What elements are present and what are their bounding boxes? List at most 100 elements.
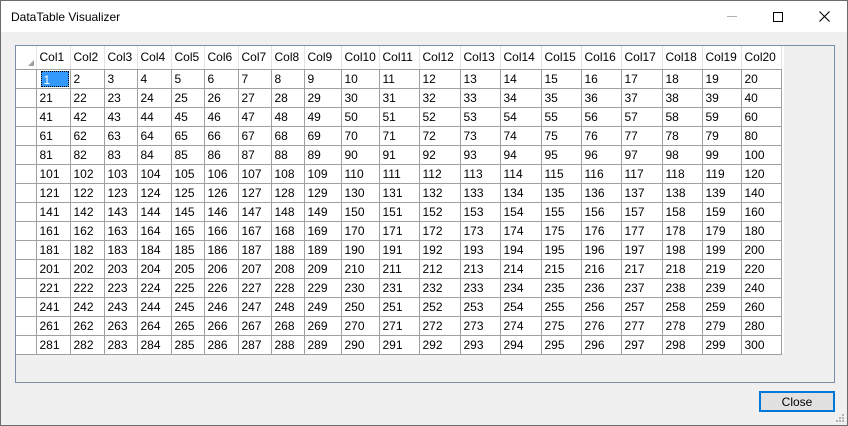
grid-cell[interactable]: 230 xyxy=(341,278,380,298)
grid-cell[interactable]: 267 xyxy=(238,316,272,336)
grid-cell[interactable]: 117 xyxy=(621,164,663,184)
grid-cell[interactable]: 247 xyxy=(238,297,272,317)
grid-cell[interactable]: 235 xyxy=(541,278,582,298)
table-row[interactable]: 161 162 163 164 165 166 167 168 169 170 171 172 173 1… xyxy=(16,221,782,241)
grid-cell[interactable]: 186 xyxy=(204,240,239,260)
grid-cell[interactable]: 191 xyxy=(379,240,420,260)
grid-cell[interactable]: 98 xyxy=(662,145,703,165)
grid-cell[interactable]: 180 xyxy=(741,221,782,241)
grid-cell[interactable]: 205 xyxy=(171,259,205,279)
table-row[interactable]: 281 282 283 284 285 286 287 288 289 290 291 292 293 2… xyxy=(16,335,782,355)
grid-cell[interactable]: 83 xyxy=(104,145,138,165)
grid-cell[interactable]: 279 xyxy=(702,316,742,336)
column-header[interactable]: Col2 xyxy=(70,46,105,70)
row-header[interactable] xyxy=(16,202,37,222)
grid-cell[interactable]: 167 xyxy=(238,221,272,241)
grid-cell[interactable]: 254 xyxy=(500,297,542,317)
grid-cell[interactable]: 143 xyxy=(104,202,138,222)
grid-cell[interactable]: 35 xyxy=(541,88,582,108)
grid-cell[interactable]: 132 xyxy=(419,183,461,203)
grid-cell[interactable]: 193 xyxy=(460,240,501,260)
grid-cell[interactable]: 223 xyxy=(104,278,138,298)
grid-cell[interactable]: 245 xyxy=(171,297,205,317)
grid-cell[interactable]: 41 xyxy=(36,107,71,127)
grid-cell[interactable]: 97 xyxy=(621,145,663,165)
grid-cell[interactable]: 288 xyxy=(271,335,305,355)
grid-cell[interactable]: 246 xyxy=(204,297,239,317)
table-row[interactable]: 1 2 3 4 5 6 7 8 9 10 11 12 13 14 15 16 17 18 19 20 xyxy=(16,69,782,89)
grid-cell[interactable]: 10 xyxy=(341,69,380,89)
grid-cell[interactable]: 184 xyxy=(137,240,172,260)
grid-cell[interactable]: 95 xyxy=(541,145,582,165)
grid-cell[interactable]: 290 xyxy=(341,335,380,355)
grid-cell[interactable]: 150 xyxy=(341,202,380,222)
grid-cell[interactable]: 206 xyxy=(204,259,239,279)
grid-cell[interactable]: 115 xyxy=(541,164,582,184)
grid-cell[interactable]: 84 xyxy=(137,145,172,165)
grid-cell[interactable]: 141 xyxy=(36,202,71,222)
grid-cell[interactable]: 69 xyxy=(304,126,342,146)
grid-cell[interactable]: 198 xyxy=(662,240,703,260)
row-header[interactable] xyxy=(16,126,37,146)
data-grid[interactable]: Col1 Col2 Col3 Col4 Col5 Col6 Col7 Col8 Col9 Col1… xyxy=(15,45,835,383)
grid-cell[interactable]: 283 xyxy=(104,335,138,355)
grid-cell[interactable]: 278 xyxy=(662,316,703,336)
row-header[interactable] xyxy=(16,240,37,260)
column-header[interactable]: Col12 xyxy=(419,46,461,70)
column-header[interactable]: Col15 xyxy=(541,46,582,70)
grid-cell[interactable]: 13 xyxy=(460,69,501,89)
grid-cell[interactable]: 237 xyxy=(621,278,663,298)
column-header[interactable]: Col7 xyxy=(238,46,272,70)
grid-cell[interactable]: 85 xyxy=(171,145,205,165)
grid-cell[interactable]: 49 xyxy=(304,107,342,127)
row-header[interactable] xyxy=(16,278,37,298)
grid-cell[interactable]: 261 xyxy=(36,316,71,336)
grid-cell[interactable]: 298 xyxy=(662,335,703,355)
grid-cell[interactable]: 66 xyxy=(204,126,239,146)
table-row[interactable]: 21 22 23 24 25 26 27 28 29 30 31 32 33 34 35 36 37 38 39 40 xyxy=(16,88,782,108)
grid-cell[interactable]: 128 xyxy=(271,183,305,203)
grid-cell[interactable]: 72 xyxy=(419,126,461,146)
grid-cell[interactable]: 120 xyxy=(741,164,782,184)
grid-cell[interactable]: 295 xyxy=(541,335,582,355)
table-row[interactable]: 201 202 203 204 205 206 207 208 209 210 211 212 213 2… xyxy=(16,259,782,279)
grid-cell[interactable]: 275 xyxy=(541,316,582,336)
grid-cell[interactable]: 87 xyxy=(238,145,272,165)
grid-cell[interactable]: 263 xyxy=(104,316,138,336)
grid-cell[interactable]: 91 xyxy=(379,145,420,165)
grid-cell[interactable]: 121 xyxy=(36,183,71,203)
grid-cell[interactable]: 203 xyxy=(104,259,138,279)
grid-cell[interactable]: 243 xyxy=(104,297,138,317)
grid-cell[interactable]: 19 xyxy=(702,69,742,89)
grid-cell[interactable]: 200 xyxy=(741,240,782,260)
grid-cell[interactable]: 149 xyxy=(304,202,342,222)
grid-cell[interactable]: 17 xyxy=(621,69,663,89)
grid-cell[interactable]: 297 xyxy=(621,335,663,355)
grid-cell[interactable]: 80 xyxy=(741,126,782,146)
row-header[interactable] xyxy=(16,164,37,184)
column-header[interactable]: Col13 xyxy=(460,46,501,70)
grid-cell[interactable]: 144 xyxy=(137,202,172,222)
grid-cell[interactable]: 174 xyxy=(500,221,542,241)
grid-cell[interactable]: 134 xyxy=(500,183,542,203)
grid-cell[interactable]: 289 xyxy=(304,335,342,355)
grid-cell[interactable]: 173 xyxy=(460,221,501,241)
grid-cell[interactable]: 196 xyxy=(581,240,622,260)
grid-cell[interactable]: 116 xyxy=(581,164,622,184)
grid-cell[interactable]: 300 xyxy=(741,335,782,355)
grid-cell[interactable]: 202 xyxy=(70,259,105,279)
grid-cell[interactable]: 212 xyxy=(419,259,461,279)
grid-cell[interactable]: 225 xyxy=(171,278,205,298)
grid-cell[interactable]: 9 xyxy=(304,69,342,89)
minimize-button[interactable] xyxy=(709,1,755,32)
grid-cell[interactable]: 207 xyxy=(238,259,272,279)
grid-cell[interactable]: 23 xyxy=(104,88,138,108)
grid-cell[interactable]: 20 xyxy=(741,69,782,89)
grid-cell[interactable]: 31 xyxy=(379,88,420,108)
grid-cell[interactable]: 68 xyxy=(271,126,305,146)
grid-cell[interactable]: 99 xyxy=(702,145,742,165)
grid-cell[interactable]: 22 xyxy=(70,88,105,108)
grid-cell[interactable]: 181 xyxy=(36,240,71,260)
grid-cell[interactable]: 147 xyxy=(238,202,272,222)
grid-cell[interactable]: 47 xyxy=(238,107,272,127)
